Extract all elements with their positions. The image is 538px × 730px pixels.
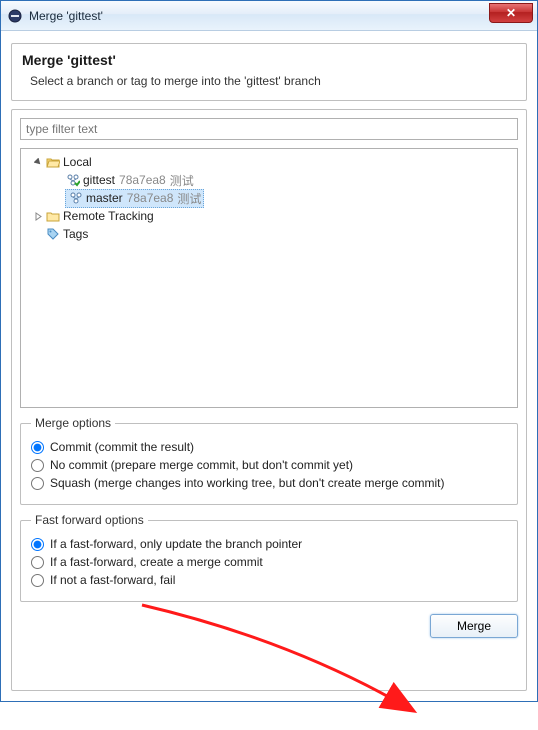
radio-ff-create[interactable] bbox=[31, 556, 44, 569]
tree-node-local[interactable]: Local bbox=[23, 153, 515, 171]
branch-hash: 78a7ea8 bbox=[119, 173, 166, 187]
app-icon bbox=[7, 8, 23, 24]
dialog-subtitle: Select a branch or tag to merge into the… bbox=[22, 74, 516, 88]
merge-options-group: Merge options Commit (commit the result)… bbox=[20, 416, 518, 505]
radio-label-commit[interactable]: Commit (commit the result) bbox=[50, 440, 194, 454]
window-title: Merge 'gittest' bbox=[29, 9, 103, 23]
branch-hash: 78a7ea8 bbox=[127, 191, 174, 205]
radio-label-not-ff-fail[interactable]: If not a fast-forward, fail bbox=[50, 573, 175, 587]
radio-row: If not a fast-forward, fail bbox=[31, 573, 507, 587]
radio-row: No commit (prepare merge commit, but don… bbox=[31, 458, 507, 472]
radio-commit[interactable] bbox=[31, 441, 44, 454]
tree-label: Local bbox=[63, 155, 92, 169]
tree-label: Remote Tracking bbox=[63, 209, 154, 223]
folder-open-icon bbox=[45, 154, 61, 170]
titlebar[interactable]: Merge 'gittest' ✕ bbox=[1, 1, 537, 31]
radio-row: If a fast-forward, create a merge commit bbox=[31, 555, 507, 569]
radio-row: Squash (merge changes into working tree,… bbox=[31, 476, 507, 490]
branch-icon bbox=[68, 190, 84, 206]
branch-tree[interactable]: Local gittest 78a7ea8 bbox=[20, 148, 518, 408]
ff-options-legend: Fast forward options bbox=[31, 513, 148, 527]
radio-label-ff-create[interactable]: If a fast-forward, create a merge commit bbox=[50, 555, 263, 569]
merge-button[interactable]: Merge bbox=[430, 614, 518, 638]
branch-name: gittest bbox=[83, 173, 115, 187]
dialog-window: Merge 'gittest' ✕ Merge 'gittest' Select… bbox=[0, 0, 538, 702]
merge-options-legend: Merge options bbox=[31, 416, 115, 430]
expander-icon[interactable] bbox=[31, 212, 45, 221]
radio-label-ff-update[interactable]: If a fast-forward, only update the branc… bbox=[50, 537, 302, 551]
radio-ff-update[interactable] bbox=[31, 538, 44, 551]
tree-node-branch-gittest[interactable]: gittest 78a7ea8 测试 bbox=[23, 171, 515, 189]
dialog-title: Merge 'gittest' bbox=[22, 52, 516, 68]
expander-icon[interactable] bbox=[31, 158, 45, 167]
dialog-header: Merge 'gittest' Select a branch or tag t… bbox=[11, 43, 527, 101]
close-icon: ✕ bbox=[506, 6, 516, 20]
radio-no-commit[interactable] bbox=[31, 459, 44, 472]
branch-name: master bbox=[86, 191, 123, 205]
button-row: Merge bbox=[20, 610, 518, 638]
ff-options-group: Fast forward options If a fast-forward, … bbox=[20, 513, 518, 602]
radio-squash[interactable] bbox=[31, 477, 44, 490]
folder-icon bbox=[45, 208, 61, 224]
radio-label-squash[interactable]: Squash (merge changes into working tree,… bbox=[50, 476, 444, 490]
branch-checked-icon bbox=[65, 172, 81, 188]
tree-node-remote-tracking[interactable]: Remote Tracking bbox=[23, 207, 515, 225]
radio-row: If a fast-forward, only update the branc… bbox=[31, 537, 507, 551]
tree-node-tags[interactable]: Tags bbox=[23, 225, 515, 243]
content-area: Merge 'gittest' Select a branch or tag t… bbox=[1, 31, 537, 701]
branch-message: 测试 bbox=[170, 172, 194, 189]
tree-node-branch-master[interactable]: master 78a7ea8 测试 bbox=[23, 189, 515, 207]
radio-row: Commit (commit the result) bbox=[31, 440, 507, 454]
tags-icon bbox=[45, 226, 61, 242]
close-button[interactable]: ✕ bbox=[489, 3, 533, 23]
radio-label-no-commit[interactable]: No commit (prepare merge commit, but don… bbox=[50, 458, 353, 472]
radio-not-ff-fail[interactable] bbox=[31, 574, 44, 587]
main-panel: Local gittest 78a7ea8 bbox=[11, 109, 527, 691]
tree-label: Tags bbox=[63, 227, 88, 241]
branch-message: 测试 bbox=[177, 190, 201, 207]
filter-input[interactable] bbox=[20, 118, 518, 140]
